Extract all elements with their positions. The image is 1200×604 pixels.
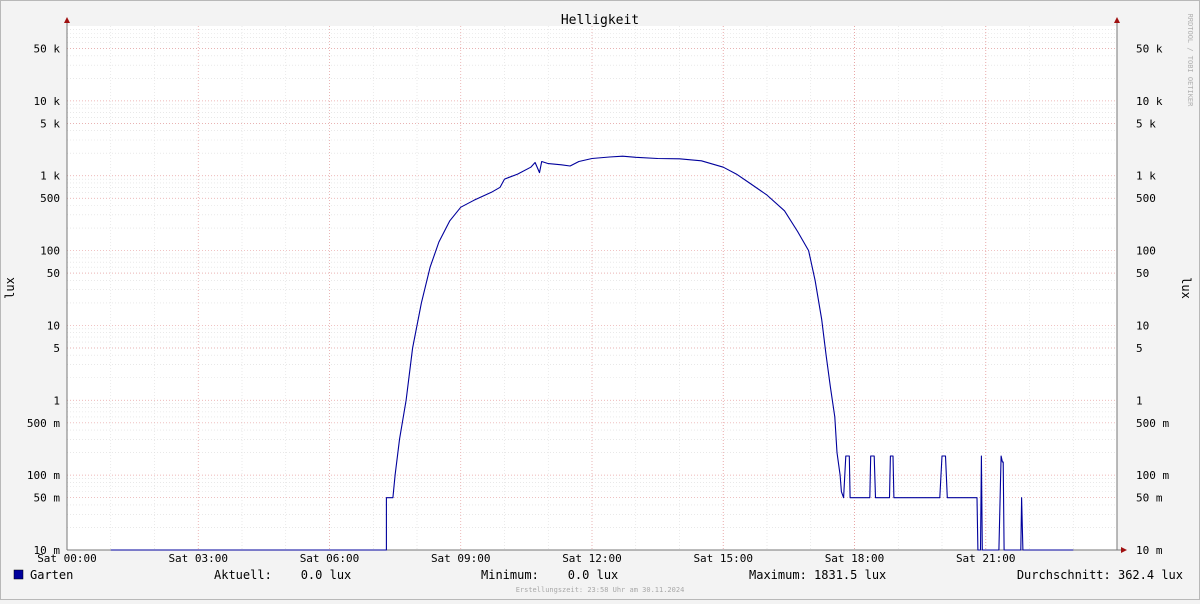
y-tick-label-right: 100 <box>1136 245 1156 258</box>
legend-minimum: Minimum: 0.0 lux <box>481 568 618 582</box>
y-tick-label-left: 1 <box>53 394 60 407</box>
y-tick-label-right: 500 m <box>1136 417 1169 430</box>
y-axis-label-right: lux <box>1179 277 1193 299</box>
legend-current: Aktuell: 0.0 lux <box>214 568 351 582</box>
y-tick-label-right: 1 <box>1136 394 1143 407</box>
y-tick-label-right: 5 <box>1136 342 1143 355</box>
y-tick-label-left: 500 <box>40 192 60 205</box>
x-tick-label: Sat 15:00 <box>693 552 753 565</box>
legend-series-name: Garten <box>30 568 73 582</box>
y-tick-label-right: 10 <box>1136 319 1149 332</box>
legend-average: Durchschnitt: 362.4 lux <box>1017 568 1183 582</box>
y-tick-label-right: 50 k <box>1136 43 1163 56</box>
x-tick-label: Sat 00:00 <box>37 552 97 565</box>
y-tick-label-left: 1 k <box>40 170 60 183</box>
y-tick-label-left: 5 k <box>40 117 60 130</box>
x-tick-label: Sat 18:00 <box>825 552 885 565</box>
chart-title: Helligkeit <box>561 13 639 28</box>
x-tick-label: Sat 06:00 <box>300 552 360 565</box>
y-tick-label-left: 5 <box>53 342 60 355</box>
x-tick-label: Sat 21:00 <box>956 552 1016 565</box>
y-tick-label-left: 100 <box>40 245 60 258</box>
x-tick-label: Sat 03:00 <box>168 552 228 565</box>
y-tick-label-left: 50 m <box>34 492 61 505</box>
y-tick-label-right: 50 m <box>1136 492 1163 505</box>
y-axis-label-left: lux <box>3 277 17 299</box>
legend-swatch-garten <box>13 569 24 580</box>
y-tick-label-left: 100 m <box>27 469 60 482</box>
y-tick-label-right: 10 m <box>1136 544 1163 557</box>
chart-container: 50 k 50 k 10 k 10 k 5 k 5 k 1 k 1 k 500 500 100 100… <box>0 0 1200 600</box>
x-tick-label: Sat 12:00 <box>562 552 622 565</box>
watermark: RRDTOOL / TOBI OETIKER <box>1186 14 1194 108</box>
y-tick-label-left: 10 k <box>34 95 61 108</box>
y-tick-label-right: 10 k <box>1136 95 1163 108</box>
y-tick-label-right: 100 m <box>1136 469 1169 482</box>
y-tick-label-left: 10 <box>47 319 60 332</box>
y-tick-label-right: 50 <box>1136 267 1149 280</box>
y-tick-label-right: 5 k <box>1136 117 1156 130</box>
legend-maximum: Maximum: 1831.5 lux <box>749 568 886 582</box>
chart-svg: 50 k 50 k 10 k 10 k 5 k 5 k 1 k 1 k 500 500 100 100… <box>0 0 1200 600</box>
y-tick-label-left: 50 k <box>34 43 61 56</box>
footer-timestamp: Erstellungszeit: 23:58 Uhr am 30.11.2024 <box>516 586 685 594</box>
y-tick-label-right: 1 k <box>1136 170 1156 183</box>
y-tick-label-left: 500 m <box>27 417 60 430</box>
x-tick-label: Sat 09:00 <box>431 552 491 565</box>
y-tick-label-right: 500 <box>1136 192 1156 205</box>
y-tick-label-left: 50 <box>47 267 60 280</box>
